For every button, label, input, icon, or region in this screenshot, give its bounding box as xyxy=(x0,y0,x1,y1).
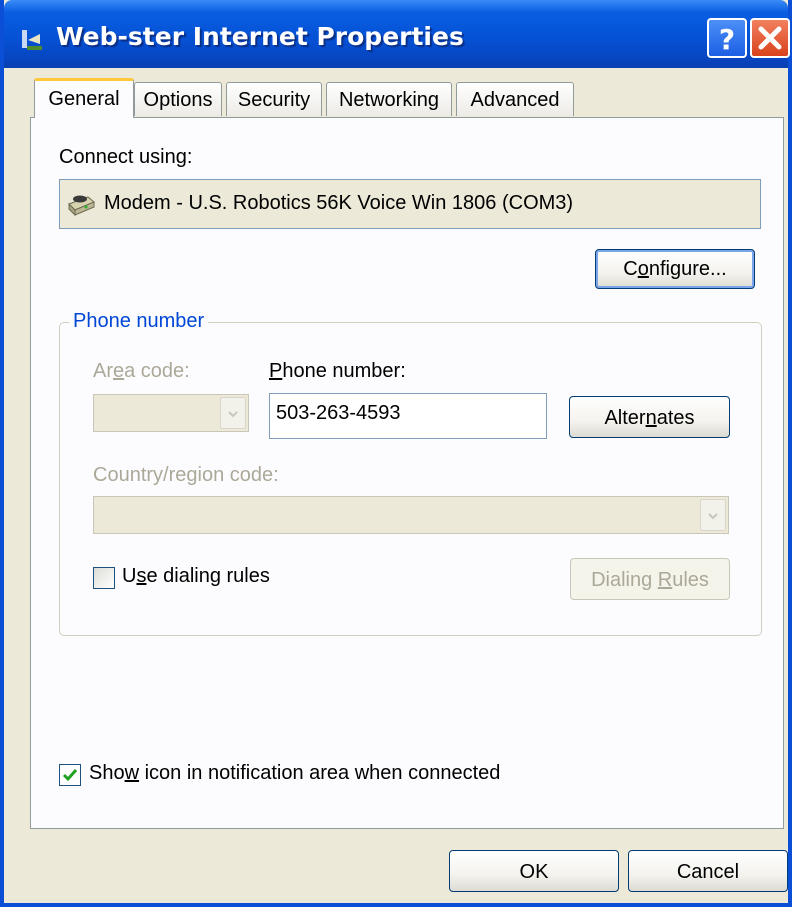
tab-label: Options xyxy=(143,89,213,111)
dialing-rules-button[interactable]: Dialing Rules xyxy=(570,558,730,600)
area-code-label-pre: Ar xyxy=(93,360,113,382)
svg-text:?: ? xyxy=(719,23,735,56)
tab-label: Networking xyxy=(338,89,440,111)
tab-label: Advanced xyxy=(470,89,560,111)
close-button[interactable] xyxy=(750,18,790,58)
tab-security[interactable]: Security xyxy=(226,82,322,116)
connect-device-box: Modem - U.S. Robotics 56K Voice Win 1806… xyxy=(59,179,761,229)
title-bar[interactable]: Web-ster Internet Properties ? xyxy=(4,0,790,68)
tab-general[interactable]: General xyxy=(34,78,134,118)
area-code-select[interactable] xyxy=(93,394,249,432)
phone-number-input[interactable]: 503-263-4593 xyxy=(269,393,547,439)
configure-label-post: nfigure... xyxy=(648,258,727,280)
show-icon-label-pre: Sho xyxy=(89,762,125,784)
properties-dialog: Web-ster Internet Properties ? General O… xyxy=(0,0,792,907)
chevron-down-icon xyxy=(228,411,238,418)
phone-number-accesskey: P xyxy=(269,360,283,382)
show-icon-label-post: icon in notification area when connected xyxy=(139,762,501,784)
tab-label: Security xyxy=(237,89,311,111)
dialing-rules-btn-pre: Dialing xyxy=(591,569,658,591)
tab-advanced[interactable]: Advanced xyxy=(456,82,574,116)
area-code-label-post: a code: xyxy=(124,360,190,382)
tab-networking[interactable]: Networking xyxy=(326,82,452,116)
show-icon-accesskey: w xyxy=(124,762,140,784)
checkmark-icon xyxy=(62,769,78,782)
alternates-label-post: ates xyxy=(656,407,695,429)
country-accesskey: g xyxy=(186,464,198,486)
window-title: Web-ster Internet Properties xyxy=(56,22,464,51)
use-dialing-rules-label[interactable]: Use dialing rules xyxy=(122,565,270,588)
dialing-rules-accesskey: s xyxy=(136,565,147,587)
configure-button[interactable]: Configure... xyxy=(595,249,755,289)
area-code-dropdown-arrow[interactable] xyxy=(220,397,246,429)
dialing-rules-label-pre: U xyxy=(122,565,137,587)
modem-icon xyxy=(68,195,95,217)
chevron-down-icon xyxy=(708,513,718,520)
tab-label: General xyxy=(48,88,120,110)
device-name: Modem - U.S. Robotics 56K Voice Win 1806… xyxy=(104,192,574,214)
configure-label-pre: C xyxy=(623,258,638,280)
ok-button[interactable]: OK xyxy=(449,850,619,892)
country-dropdown-arrow[interactable] xyxy=(700,499,726,531)
connection-app-icon xyxy=(22,30,42,50)
cancel-button[interactable]: Cancel xyxy=(628,850,788,892)
alternates-label-pre: Alter xyxy=(604,407,646,429)
country-label-pre: Country/re xyxy=(93,464,187,486)
show-icon-checkbox[interactable] xyxy=(59,764,81,786)
dialing-rules-label-post: e dialing rules xyxy=(146,565,270,587)
close-icon xyxy=(758,26,782,50)
phone-number-label: Phone number: xyxy=(269,360,406,383)
alternates-button[interactable]: Alternates xyxy=(569,396,730,438)
area-code-label: Area code: xyxy=(93,360,190,383)
country-label-post: ion code: xyxy=(197,464,279,486)
alternates-accesskey: n xyxy=(645,407,657,429)
area-code-accesskey: e xyxy=(113,360,125,382)
connect-using-label: Connect using: xyxy=(59,146,193,168)
help-button[interactable]: ? xyxy=(707,18,747,58)
show-icon-label[interactable]: Show icon in notification area when conn… xyxy=(89,762,500,785)
tab-options[interactable]: Options xyxy=(134,82,222,116)
question-icon: ? xyxy=(719,23,735,56)
dialing-rules-btn-accesskey: R xyxy=(657,569,673,591)
country-region-select[interactable] xyxy=(93,496,729,534)
configure-accesskey: o xyxy=(637,258,649,280)
use-dialing-rules-checkbox[interactable] xyxy=(93,567,115,589)
dialing-rules-btn-post: ules xyxy=(672,569,709,591)
country-region-label: Country/region code: xyxy=(93,464,279,487)
phone-group-title: Phone number xyxy=(69,310,209,333)
phone-number-label-post: hone number: xyxy=(282,360,406,382)
